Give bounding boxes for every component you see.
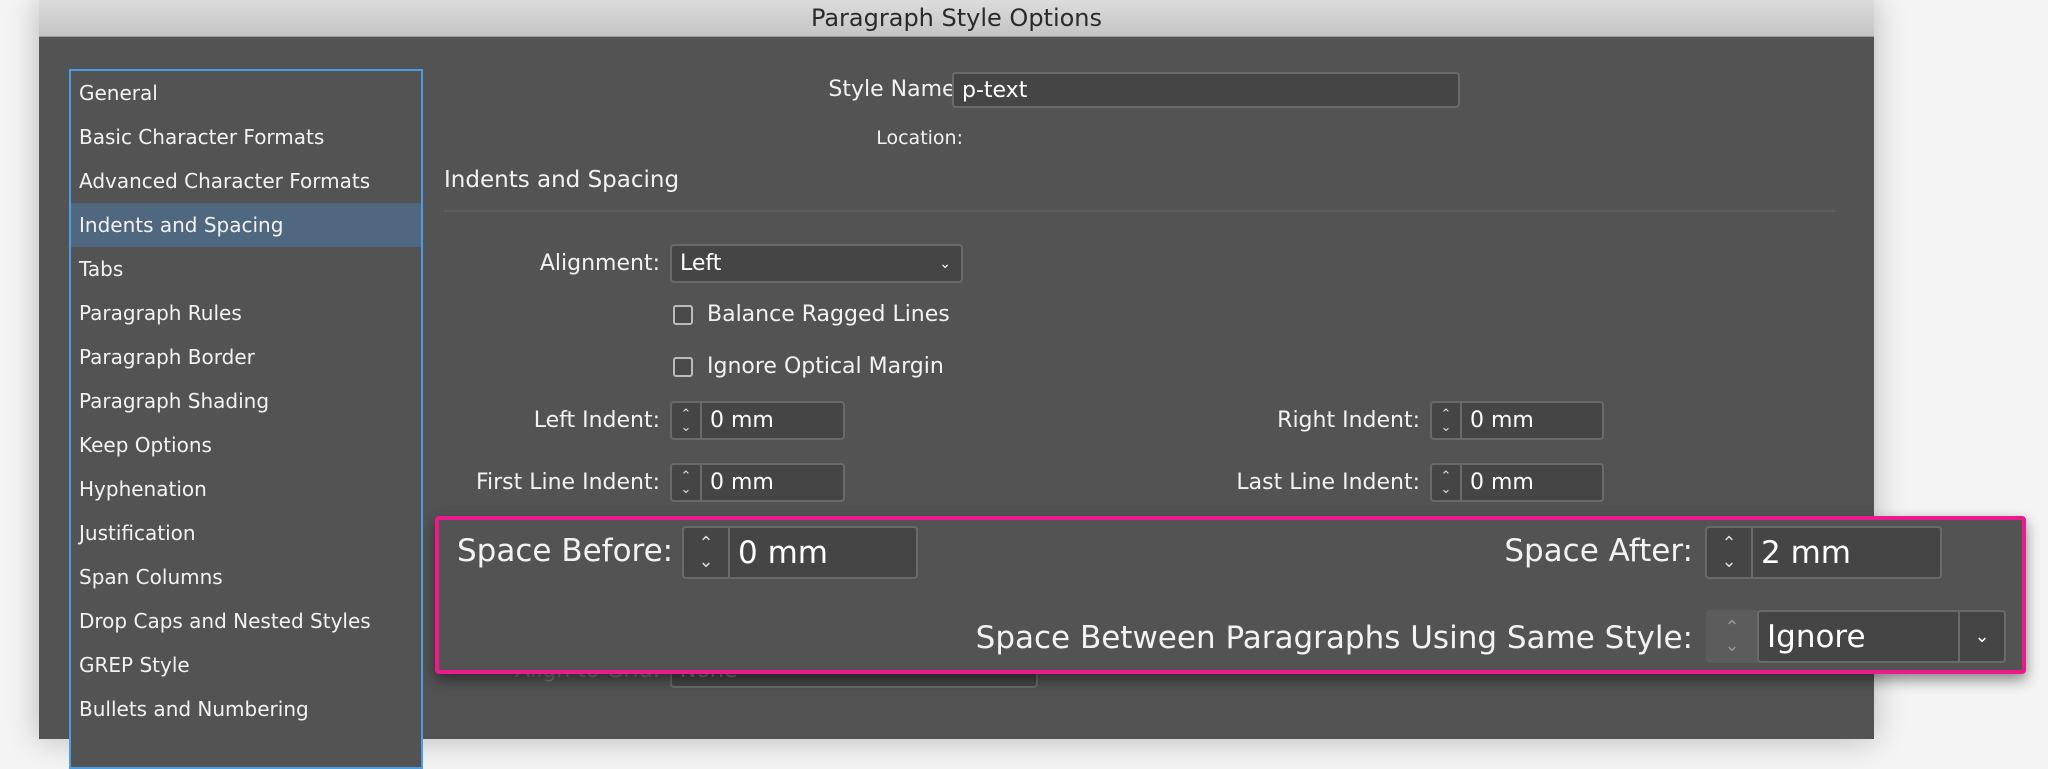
left-indent-value[interactable]: 0 mm <box>702 403 774 438</box>
sidebar-item-tabs[interactable]: Tabs <box>71 247 421 291</box>
right-indent-label: Right Indent: <box>1277 408 1420 433</box>
balance-ragged-checkbox[interactable] <box>673 305 693 325</box>
stepper-arrows-icon[interactable]: ⌃ ⌄ <box>684 528 730 577</box>
space-between-value: Ignore <box>1767 618 1866 655</box>
sidebar-item-advanced-character-formats[interactable]: Advanced Character Formats <box>71 159 421 203</box>
left-indent-label: Left Indent: <box>533 408 660 433</box>
sidebar-item-indents-and-spacing[interactable]: Indents and Spacing <box>71 203 421 247</box>
first-line-indent-spinner[interactable]: ⌃ ⌄ 0 mm <box>670 463 845 502</box>
window-title: Paragraph Style Options <box>39 0 1874 37</box>
stepper-arrows-icon[interactable]: ⌃ ⌄ <box>1707 528 1753 577</box>
balance-ragged-label: Balance Ragged Lines <box>707 302 950 327</box>
alignment-dropdown[interactable]: Left ⌄ <box>670 244 963 283</box>
space-after-value[interactable]: 2 mm <box>1753 528 1851 577</box>
section-divider <box>444 210 1835 212</box>
stepper-arrows-icon[interactable]: ⌃ ⌄ <box>1432 403 1462 438</box>
location-label: Location: <box>876 127 963 149</box>
sidebar-item-justification[interactable]: Justification <box>71 511 421 555</box>
space-before-value[interactable]: 0 mm <box>730 528 828 577</box>
last-line-indent-value[interactable]: 0 mm <box>1462 465 1534 500</box>
space-between-label: Space Between Paragraphs Using Same Styl… <box>975 620 1693 656</box>
stepper-arrows-icon[interactable]: ⌃ ⌄ <box>672 465 702 500</box>
right-indent-spinner[interactable]: ⌃ ⌄ 0 mm <box>1430 401 1604 440</box>
sidebar-item-basic-character-formats[interactable]: Basic Character Formats <box>71 115 421 159</box>
right-indent-value[interactable]: 0 mm <box>1462 403 1534 438</box>
chevron-down-icon[interactable]: ⌄ <box>1958 612 2004 661</box>
stepper-arrows-icon[interactable]: ⌃ ⌄ <box>672 403 702 438</box>
left-indent-spinner[interactable]: ⌃ ⌄ 0 mm <box>670 401 845 440</box>
sidebar-item-grep-style[interactable]: GREP Style <box>71 643 421 687</box>
chevron-down-icon: ⌄ <box>939 255 951 272</box>
sidebar-item-paragraph-shading[interactable]: Paragraph Shading <box>71 379 421 423</box>
space-between-stepper-disabled: ⌃ ⌄ <box>1706 610 1758 663</box>
first-line-indent-label: First Line Indent: <box>475 470 660 495</box>
sidebar-category-list[interactable]: General Basic Character Formats Advanced… <box>69 69 423 769</box>
first-line-indent-value[interactable]: 0 mm <box>702 465 774 500</box>
sidebar-item-paragraph-rules[interactable]: Paragraph Rules <box>71 291 421 335</box>
space-after-spinner[interactable]: ⌃ ⌄ 2 mm <box>1705 526 1942 579</box>
space-after-label: Space After: <box>1504 533 1693 569</box>
space-before-label: Space Before: <box>457 533 674 569</box>
ignore-optical-label: Ignore Optical Margin <box>707 354 944 379</box>
sidebar-item-paragraph-border[interactable]: Paragraph Border <box>71 335 421 379</box>
section-title: Indents and Spacing <box>444 167 680 193</box>
alignment-value: Left <box>680 251 722 276</box>
style-name-input[interactable]: p-text <box>952 72 1460 108</box>
last-line-indent-spinner[interactable]: ⌃ ⌄ 0 mm <box>1430 463 1604 502</box>
sidebar-item-drop-caps[interactable]: Drop Caps and Nested Styles <box>71 599 421 643</box>
space-between-dropdown[interactable]: Ignore ⌄ <box>1757 610 2006 663</box>
stepper-arrows-icon[interactable]: ⌃ ⌄ <box>1432 465 1462 500</box>
sidebar-item-span-columns[interactable]: Span Columns <box>71 555 421 599</box>
space-before-spinner[interactable]: ⌃ ⌄ 0 mm <box>682 526 918 579</box>
sidebar-item-bullets-numbering[interactable]: Bullets and Numbering <box>71 687 421 731</box>
sidebar-item-general[interactable]: General <box>71 71 421 115</box>
ignore-optical-checkbox[interactable] <box>673 357 693 377</box>
sidebar-item-keep-options[interactable]: Keep Options <box>71 423 421 467</box>
last-line-indent-label: Last Line Indent: <box>1236 470 1420 495</box>
style-name-label: Style Name: <box>828 77 963 102</box>
highlighted-spacing-panel: Space Before: ⌃ ⌄ 0 mm Space After: ⌃ ⌄ 2 … <box>435 516 2026 674</box>
sidebar-item-hyphenation[interactable]: Hyphenation <box>71 467 421 511</box>
alignment-label: Alignment: <box>539 251 660 276</box>
